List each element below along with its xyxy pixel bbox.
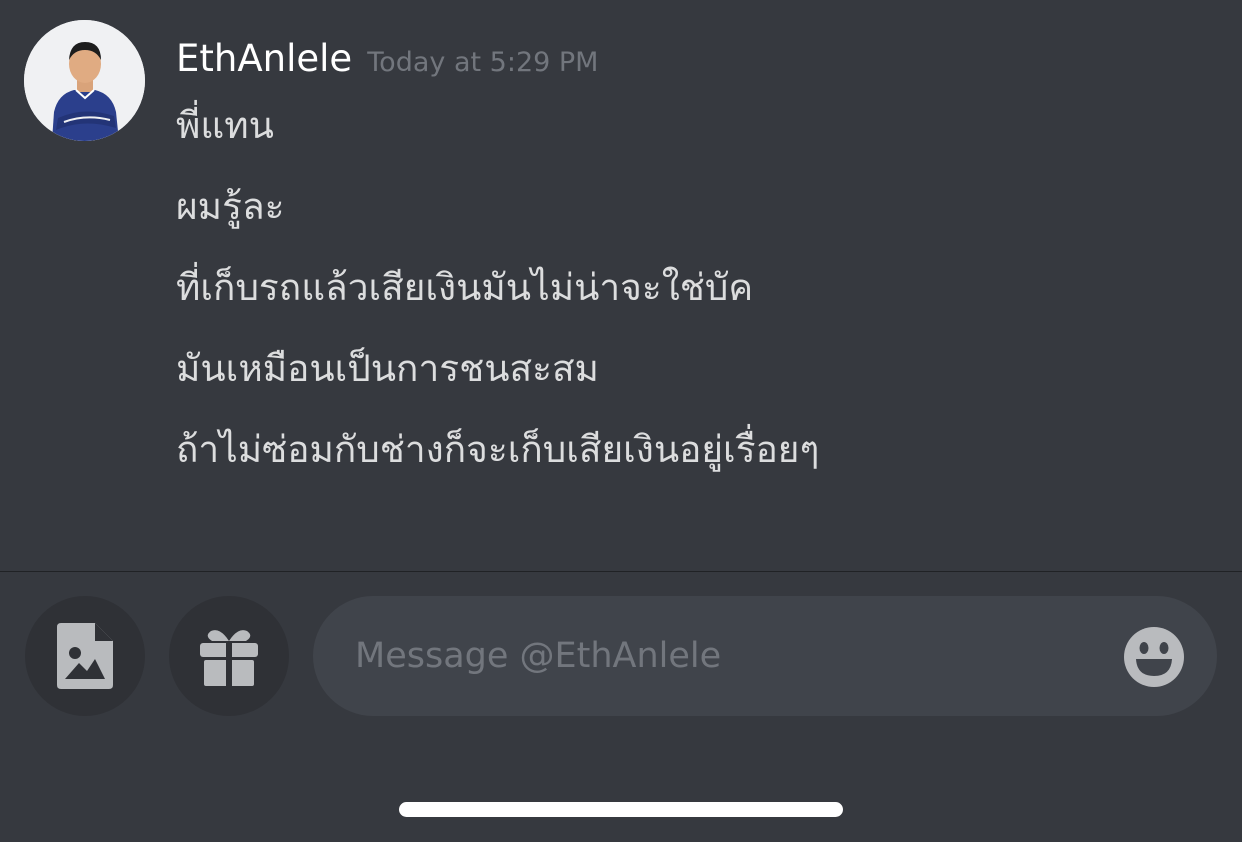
message-line: ผมรู้ละ: [176, 185, 285, 228]
message-line: ที่เก็บรถแล้วเสียเงินมันไม่น่าจะใช่บัค: [176, 266, 754, 309]
composer-divider: [0, 571, 1242, 572]
chat-window: EthAnlele Today at 5:29 PM พี่แทน ผมรู้ล…: [0, 0, 1242, 842]
message-header: EthAnlele Today at 5:29 PM: [176, 34, 598, 84]
attach-image-button[interactable]: [25, 596, 145, 716]
emoji-button[interactable]: [1123, 626, 1185, 688]
gift-icon: [200, 630, 258, 686]
avatar-image: [24, 20, 145, 141]
gift-button[interactable]: [169, 596, 289, 716]
message-input[interactable]: [355, 626, 1115, 686]
emoji-smile-icon: [1124, 627, 1184, 687]
message-line: พี่แทน: [176, 104, 274, 147]
username[interactable]: EthAnlele: [176, 37, 352, 80]
home-indicator[interactable]: [399, 802, 843, 817]
image-file-icon: [57, 623, 113, 689]
message-group: EthAnlele Today at 5:29 PM พี่แทน ผมรู้ล…: [0, 0, 1242, 571]
message-lines: พี่แทน ผมรู้ละ ที่เก็บรถแล้วเสียเงินมันไ…: [176, 98, 819, 503]
message-line: มันเหมือนเป็นการชนสะสม: [176, 347, 599, 390]
avatar[interactable]: [24, 20, 145, 141]
timestamp: Today at 5:29 PM: [367, 47, 599, 78]
message-composer: [313, 596, 1217, 716]
message-line: ถ้าไม่ซ่อมกับช่างก็จะเก็บเสียเงินอยู่เรื…: [176, 428, 820, 471]
